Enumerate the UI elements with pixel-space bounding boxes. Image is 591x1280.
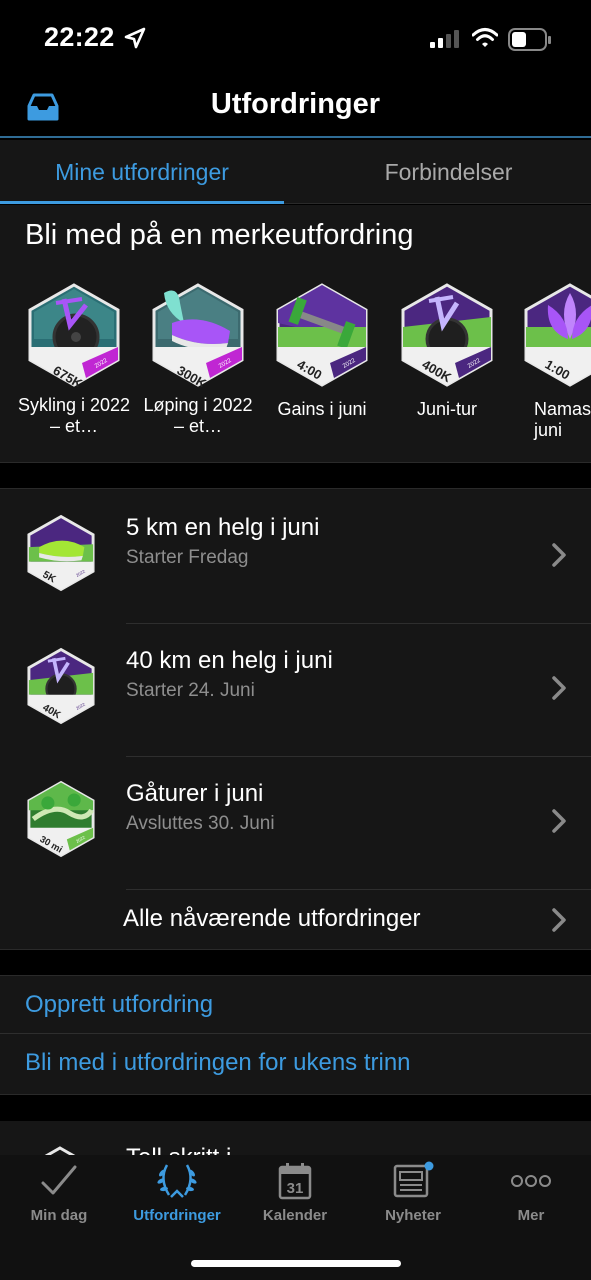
wifi-icon xyxy=(472,28,498,47)
challenge-row-partial[interactable]: Tell skritt i xyxy=(0,1122,591,1155)
challenges-content: Bli med på en merkeutfordring 675K 2022 … xyxy=(0,205,591,1155)
create-challenge-link[interactable]: Opprett utfordring xyxy=(0,976,591,1034)
bike-badge-icon: 400K 2022 xyxy=(401,283,493,387)
path-badge-icon: 30 mi 2022 xyxy=(27,780,95,858)
badge-carousel[interactable]: 675K 2022 Sykling i 2022 – et… 300K 2022… xyxy=(0,283,591,443)
svg-text:31: 31 xyxy=(287,1180,304,1197)
badge-card-gains[interactable]: 4:00 2022 Gains i juni xyxy=(260,283,384,420)
shoe-badge-icon: 5K 2022 xyxy=(27,514,95,592)
battery-icon xyxy=(508,28,551,51)
challenge-row[interactable]: 30 mi 2022 Gåturer i juni Avsluttes 30. … xyxy=(0,756,591,890)
nav-challenges[interactable]: Utfordringer xyxy=(118,1161,236,1224)
running-shoe-badge-icon: 300K 2022 xyxy=(152,283,244,387)
challenge-row[interactable]: 5K 2022 5 km en helg i juni Starter Fred… xyxy=(0,490,591,624)
challenge-title: 40 km en helg i juni xyxy=(126,647,333,674)
dumbbell-badge-icon: 4:00 2022 xyxy=(276,283,368,387)
tab-my-challenges[interactable]: Mine utfordringer xyxy=(0,140,284,204)
nav-label: Min dag xyxy=(30,1207,88,1224)
chevron-right-icon xyxy=(552,809,566,833)
calendar-icon: 31 xyxy=(278,1163,312,1200)
nav-label: Utfordringer xyxy=(133,1207,221,1224)
challenge-subtitle: Starter 24. Juni xyxy=(126,680,255,701)
section-divider xyxy=(0,462,591,489)
challenge-title: Tell skritt i xyxy=(126,1144,231,1155)
nav-label: Nyheter xyxy=(385,1207,441,1224)
challenge-title: 5 km en helg i juni xyxy=(126,514,320,541)
app-header: Utfordringer xyxy=(0,80,591,138)
challenge-subtitle: Starter Fredag xyxy=(126,547,249,568)
nav-label: Kalender xyxy=(262,1207,328,1224)
location-arrow-icon xyxy=(124,27,146,49)
lotus-badge-icon: 1:00 xyxy=(524,283,591,387)
badge-card-cycling[interactable]: 675K 2022 Sykling i 2022 – et… xyxy=(12,283,136,437)
weekly-steps-challenge-link[interactable]: Bli med i utfordringen for ukens trinn xyxy=(0,1034,591,1092)
create-challenge-label: Opprett utfordring xyxy=(25,991,214,1018)
section-divider xyxy=(0,949,591,976)
weekly-steps-challenge-label: Bli med i utfordringen for ukens trinn xyxy=(25,1049,411,1076)
all-current-challenges-row[interactable]: Alle nåværende utfordringer xyxy=(0,889,591,949)
badge-section-title: Bli med på en merkeutfordring xyxy=(25,219,414,251)
badge-label: Løping i 2022 – et… xyxy=(143,395,253,436)
nav-news[interactable]: Nyheter xyxy=(354,1161,472,1224)
badge-label: Juni-tur xyxy=(416,399,478,419)
nav-my-day[interactable]: Min dag xyxy=(0,1161,118,1224)
badge-label: Sykling i 2022 – et… xyxy=(17,395,131,436)
nav-more[interactable]: Mer xyxy=(472,1161,590,1224)
badge-card-running[interactable]: 300K 2022 Løping i 2022 – et… xyxy=(136,283,260,437)
nav-calendar[interactable]: 31 Kalender xyxy=(236,1161,354,1224)
challenge-row[interactable]: 40K 2022 40 km en helg i juni Starter 24… xyxy=(0,623,591,757)
badge-label: Namas… i juni xyxy=(534,399,591,440)
newsfeed-icon xyxy=(393,1161,434,1198)
tab-bar: Mine utfordringer Forbindelser xyxy=(0,140,591,204)
page-title: Utfordringer xyxy=(210,88,381,120)
status-time: 22:22 xyxy=(44,22,115,52)
status-bar: 22:22 xyxy=(0,0,591,80)
checkmark-icon xyxy=(41,1165,77,1195)
challenge-subtitle: Avsluttes 30. Juni xyxy=(126,813,275,834)
notification-dot xyxy=(424,1161,434,1171)
chevron-right-icon xyxy=(552,676,566,700)
laurel-icon xyxy=(157,1164,197,1198)
all-current-challenges-label: Alle nåværende utfordringer xyxy=(123,905,421,932)
chevron-right-icon xyxy=(552,908,566,932)
more-icon xyxy=(511,1175,551,1187)
badge-label: Gains i juni xyxy=(277,399,367,419)
section-divider xyxy=(0,1094,591,1121)
badge-card-juni-tur[interactable]: 400K 2022 Juni-tur xyxy=(385,283,509,420)
chevron-right-icon xyxy=(552,543,566,567)
tab-connections[interactable]: Forbindelser xyxy=(306,140,591,204)
badge-outline-icon xyxy=(44,1146,76,1155)
cellular-signal-icon xyxy=(430,30,459,48)
bike-badge-icon: 40K 2022 xyxy=(27,647,95,725)
badge-card-namaste[interactable]: 1:00 Namas… i juni xyxy=(508,283,591,441)
cycling-badge-icon: 675K 2022 xyxy=(28,283,120,387)
challenge-title: Gåturer i juni xyxy=(126,780,264,807)
nav-label: Mer xyxy=(517,1207,545,1224)
home-indicator xyxy=(191,1260,401,1267)
